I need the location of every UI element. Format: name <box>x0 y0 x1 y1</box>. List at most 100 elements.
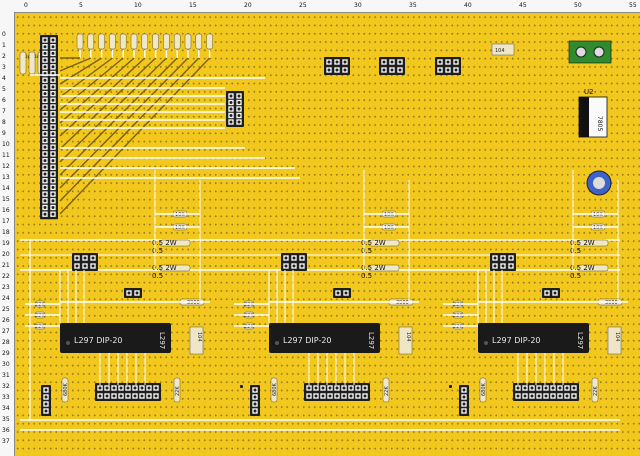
pin-hole <box>284 256 288 260</box>
pin-hole <box>328 394 332 398</box>
pin-hole <box>43 38 47 42</box>
pin-hole <box>446 68 450 72</box>
pin-hole <box>335 68 339 72</box>
pin-hole <box>43 132 47 136</box>
pin-hole <box>314 394 318 398</box>
pin-hole <box>51 185 55 189</box>
chip-label: L297 DIP-20 <box>74 336 123 345</box>
pin-hole <box>51 206 55 209</box>
resistor[interactable] <box>119 33 127 50</box>
resistor-value: 22K <box>244 324 254 330</box>
pin-hole <box>154 386 158 390</box>
pin-hole <box>438 68 442 72</box>
chip-side-label: L297 <box>367 332 375 349</box>
pin-hole <box>83 256 87 260</box>
pin-hole <box>516 386 520 390</box>
pin-hole <box>349 394 353 398</box>
res-05-label: 0.5 <box>152 247 163 255</box>
pin-hole <box>321 386 325 390</box>
resistor-value: 10K <box>593 212 603 218</box>
resistor[interactable] <box>184 33 192 50</box>
resistor[interactable] <box>98 33 105 50</box>
pin-hole <box>127 291 131 295</box>
resistor[interactable] <box>109 33 116 50</box>
pin-hole <box>112 386 116 390</box>
terminal-block[interactable] <box>568 40 612 64</box>
pin-hole <box>509 264 513 268</box>
pin-hole <box>154 394 158 398</box>
wire-link <box>59 57 146 137</box>
chip-label: L297 DIP-20 <box>492 336 541 345</box>
pin-hole <box>544 386 548 390</box>
pin-hole <box>229 101 233 104</box>
resistor[interactable] <box>152 33 159 50</box>
pin-hole <box>43 165 47 169</box>
pin-hole <box>51 58 55 62</box>
pin-hole <box>51 98 55 102</box>
resistor[interactable] <box>141 33 149 50</box>
resistor[interactable] <box>195 33 203 50</box>
resistor[interactable] <box>163 33 170 50</box>
pin-hole <box>98 394 102 398</box>
pin-hole <box>91 256 95 260</box>
pin-hole <box>363 394 367 398</box>
pin-hole <box>327 68 331 72</box>
resistor[interactable] <box>130 33 138 50</box>
pin-hole <box>237 120 241 124</box>
pin-hole <box>147 386 151 390</box>
pin-hole <box>135 291 139 295</box>
pin-hole <box>523 394 527 398</box>
regulator-tab <box>579 97 589 137</box>
resistor-value: 22K <box>453 313 463 319</box>
pin-hole <box>363 386 367 390</box>
pin-hole <box>493 256 497 260</box>
pin-hole <box>537 386 541 390</box>
pin-hole <box>229 120 233 124</box>
resistor-value: 22K <box>244 302 254 308</box>
pin-hole <box>328 386 332 390</box>
chip-side-label: L297 <box>158 332 166 349</box>
pin-hole <box>51 38 55 42</box>
pin-hole <box>462 395 466 399</box>
pin-hole <box>43 139 47 142</box>
pin-hole <box>501 264 505 268</box>
pin-hole <box>551 386 555 390</box>
pin-hole <box>553 291 557 295</box>
capacitor-label: 104 <box>405 332 411 342</box>
resistor-value: 22K <box>453 302 463 308</box>
resistor[interactable] <box>206 33 213 50</box>
capacitor-label: 104 <box>196 332 202 342</box>
res-05-2w-label: 0.5 2W <box>361 239 386 247</box>
chip-notch <box>275 341 279 345</box>
pin-header[interactable] <box>240 385 243 388</box>
wire-link <box>59 57 124 111</box>
regulator-part: 7805 <box>596 116 603 131</box>
pin-hole <box>565 386 569 390</box>
pin-hole <box>51 132 55 136</box>
pin-hole <box>530 394 534 398</box>
wire-link <box>59 57 92 72</box>
pin-hole <box>51 65 55 69</box>
pin-hole <box>43 65 47 69</box>
pin-hole <box>51 179 55 183</box>
cap-top <box>593 177 605 189</box>
pin-hole <box>292 256 296 260</box>
pin-hole <box>98 386 102 390</box>
pin-header[interactable] <box>449 385 452 388</box>
pin-hole <box>51 192 55 196</box>
pin-hole <box>253 402 257 406</box>
pin-hole <box>43 112 47 116</box>
resistor[interactable] <box>173 33 181 50</box>
res-05-2w-label: 0.5 2W <box>361 264 386 272</box>
resistor[interactable] <box>87 33 95 50</box>
pin-hole <box>229 94 233 98</box>
pin-hole <box>390 68 394 72</box>
pin-hole <box>565 394 569 398</box>
pin-hole <box>126 394 130 398</box>
pin-hole <box>51 105 55 109</box>
pin-hole <box>382 68 386 72</box>
pin-hole <box>314 386 318 390</box>
resistor[interactable] <box>76 33 84 50</box>
chip-notch <box>484 341 488 345</box>
pin-hole <box>43 172 47 176</box>
